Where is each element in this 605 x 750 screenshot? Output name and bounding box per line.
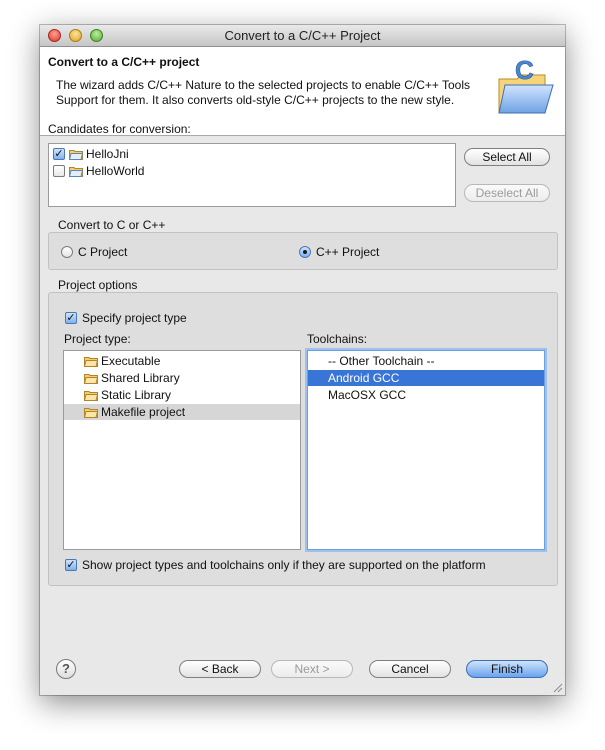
back-button[interactable]: < Back <box>179 660 261 678</box>
specify-type-option[interactable]: ✓ Specify project type <box>65 311 187 325</box>
candidate-label: HelloWorld <box>86 164 145 178</box>
select-all-button[interactable]: Select All <box>464 148 550 166</box>
helloworld-checkbox[interactable] <box>53 165 65 177</box>
hellojni-checkbox[interactable]: ✓ <box>53 148 65 160</box>
project-type-item[interactable]: Executable <box>64 353 300 369</box>
c-project-folder-icon: C <box>498 57 554 114</box>
project-type-item[interactable]: Shared Library <box>64 370 300 386</box>
project-type-label: Project type: <box>64 332 131 346</box>
folder-icon <box>84 390 98 401</box>
specify-type-checkbox[interactable]: ✓ <box>65 312 77 324</box>
banner-title: Convert to a C/C++ project <box>48 55 200 69</box>
toolchains-label: Toolchains: <box>307 332 368 346</box>
title-bar[interactable]: Convert to a C/C++ Project <box>40 25 565 47</box>
banner-description: The wizard adds C/C++ Nature to the sele… <box>56 78 471 107</box>
svg-text:C: C <box>515 57 534 85</box>
project-options-label: Project options <box>58 278 138 292</box>
c-project-option[interactable]: C Project <box>61 245 127 259</box>
project-type-item[interactable]: Static Library <box>64 387 300 403</box>
candidate-label: HelloJni <box>86 147 129 161</box>
help-button[interactable]: ? <box>56 659 76 679</box>
candidates-list[interactable]: ✓ HelloJni HelloWorld <box>48 143 456 207</box>
dialog-window: Convert to a C/C++ Project Convert to a … <box>40 25 565 695</box>
show-supported-label: Show project types and toolchains only i… <box>82 558 486 572</box>
show-supported-option[interactable]: ✓ Show project types and toolchains only… <box>65 558 486 572</box>
specify-type-label: Specify project type <box>82 311 187 325</box>
toolchain-item[interactable]: MacOSX GCC <box>308 387 544 403</box>
project-type-text: Shared Library <box>101 371 180 385</box>
cancel-button[interactable]: Cancel <box>369 660 451 678</box>
cpp-project-label: C++ Project <box>316 245 380 259</box>
project-type-text: Executable <box>101 354 161 368</box>
folder-icon <box>84 373 98 384</box>
c-project-radio[interactable] <box>61 246 73 258</box>
candidate-item-helloworld[interactable]: HelloWorld <box>53 163 144 179</box>
cpp-project-radio[interactable] <box>299 246 311 258</box>
project-type-text: Static Library <box>101 388 172 402</box>
folder-icon <box>84 407 98 418</box>
resize-grip-icon[interactable] <box>553 683 563 693</box>
convert-group: C Project C++ Project <box>48 232 558 270</box>
finish-button[interactable]: Finish <box>466 660 548 678</box>
candidates-label: Candidates for conversion: <box>48 122 191 136</box>
folder-icon <box>84 356 98 367</box>
c-project-label: C Project <box>78 245 128 259</box>
project-type-item-selected[interactable]: Makefile project <box>64 404 300 420</box>
candidate-item-hellojni[interactable]: ✓ HelloJni <box>53 146 129 162</box>
show-supported-checkbox[interactable]: ✓ <box>65 559 77 571</box>
convert-group-label: Convert to C or C++ <box>58 218 166 232</box>
toolchain-item[interactable]: -- Other Toolchain -- <box>308 353 544 369</box>
deselect-all-button[interactable]: Deselect All <box>464 184 550 202</box>
project-options-group: ✓ Specify project type Project type: Too… <box>48 292 558 586</box>
project-type-list[interactable]: Executable Shared Library Static Library <box>63 350 301 550</box>
window-title: Convert to a C/C++ Project <box>224 28 381 43</box>
toolchain-item-selected[interactable]: Android GCC <box>308 370 544 386</box>
folder-icon <box>69 166 83 177</box>
folder-icon <box>69 149 83 160</box>
toolchains-list[interactable]: -- Other Toolchain -- Android GCC MacOSX… <box>307 350 545 550</box>
project-type-text: Makefile project <box>101 405 186 419</box>
next-button[interactable]: Next > <box>271 660 353 678</box>
cpp-project-option[interactable]: C++ Project <box>299 245 379 259</box>
